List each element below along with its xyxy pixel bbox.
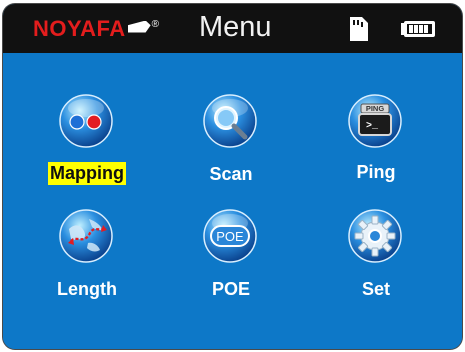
brand-flag-icon [128, 21, 151, 35]
mapping-icon [59, 94, 113, 148]
menu-item-label: Ping [356, 162, 396, 182]
poe-badge-text: POE [216, 229, 244, 244]
menu-item-label: POE [211, 279, 250, 299]
top-bar: NOYAFA ® Menu [3, 4, 462, 53]
length-icon [59, 209, 113, 263]
screen-frame: NOYAFA ® Menu Mapping Scan PING >_ Ping … [3, 4, 462, 349]
battery-icon [401, 21, 435, 37]
ping-prompt-text: >_ [366, 121, 379, 132]
registered-mark: ® [151, 18, 160, 30]
menu-item-label: Scan [209, 164, 253, 184]
poe-icon: POE [203, 209, 257, 263]
menu-item-label: Set [361, 279, 390, 299]
brand-logo: NOYAFA ® [33, 15, 159, 43]
menu-item-label: Length [57, 279, 117, 299]
menu-item-label: Mapping [48, 162, 126, 185]
brand-logo-text: NOYAFA [33, 16, 126, 41]
menu-grid: Mapping Scan PING >_ Ping Length POE POE… [3, 53, 462, 349]
page-title: Menu [199, 11, 272, 43]
menu-item-poe[interactable]: POE POE [176, 209, 286, 329]
set-icon [348, 209, 402, 263]
ping-icon: PING >_ [348, 94, 402, 148]
ping-badge-text: PING [366, 104, 385, 113]
scan-icon [203, 94, 257, 148]
sd-card-icon [350, 17, 368, 41]
menu-item-length[interactable]: Length [32, 209, 142, 329]
menu-item-set[interactable]: Set [321, 209, 431, 329]
menu-item-ping[interactable]: PING >_ Ping [321, 94, 431, 214]
menu-item-scan[interactable]: Scan [176, 94, 286, 214]
menu-item-mapping[interactable]: Mapping [32, 94, 142, 214]
device-screen: NOYAFA ® Menu Mapping Scan PING >_ Ping … [0, 0, 465, 352]
